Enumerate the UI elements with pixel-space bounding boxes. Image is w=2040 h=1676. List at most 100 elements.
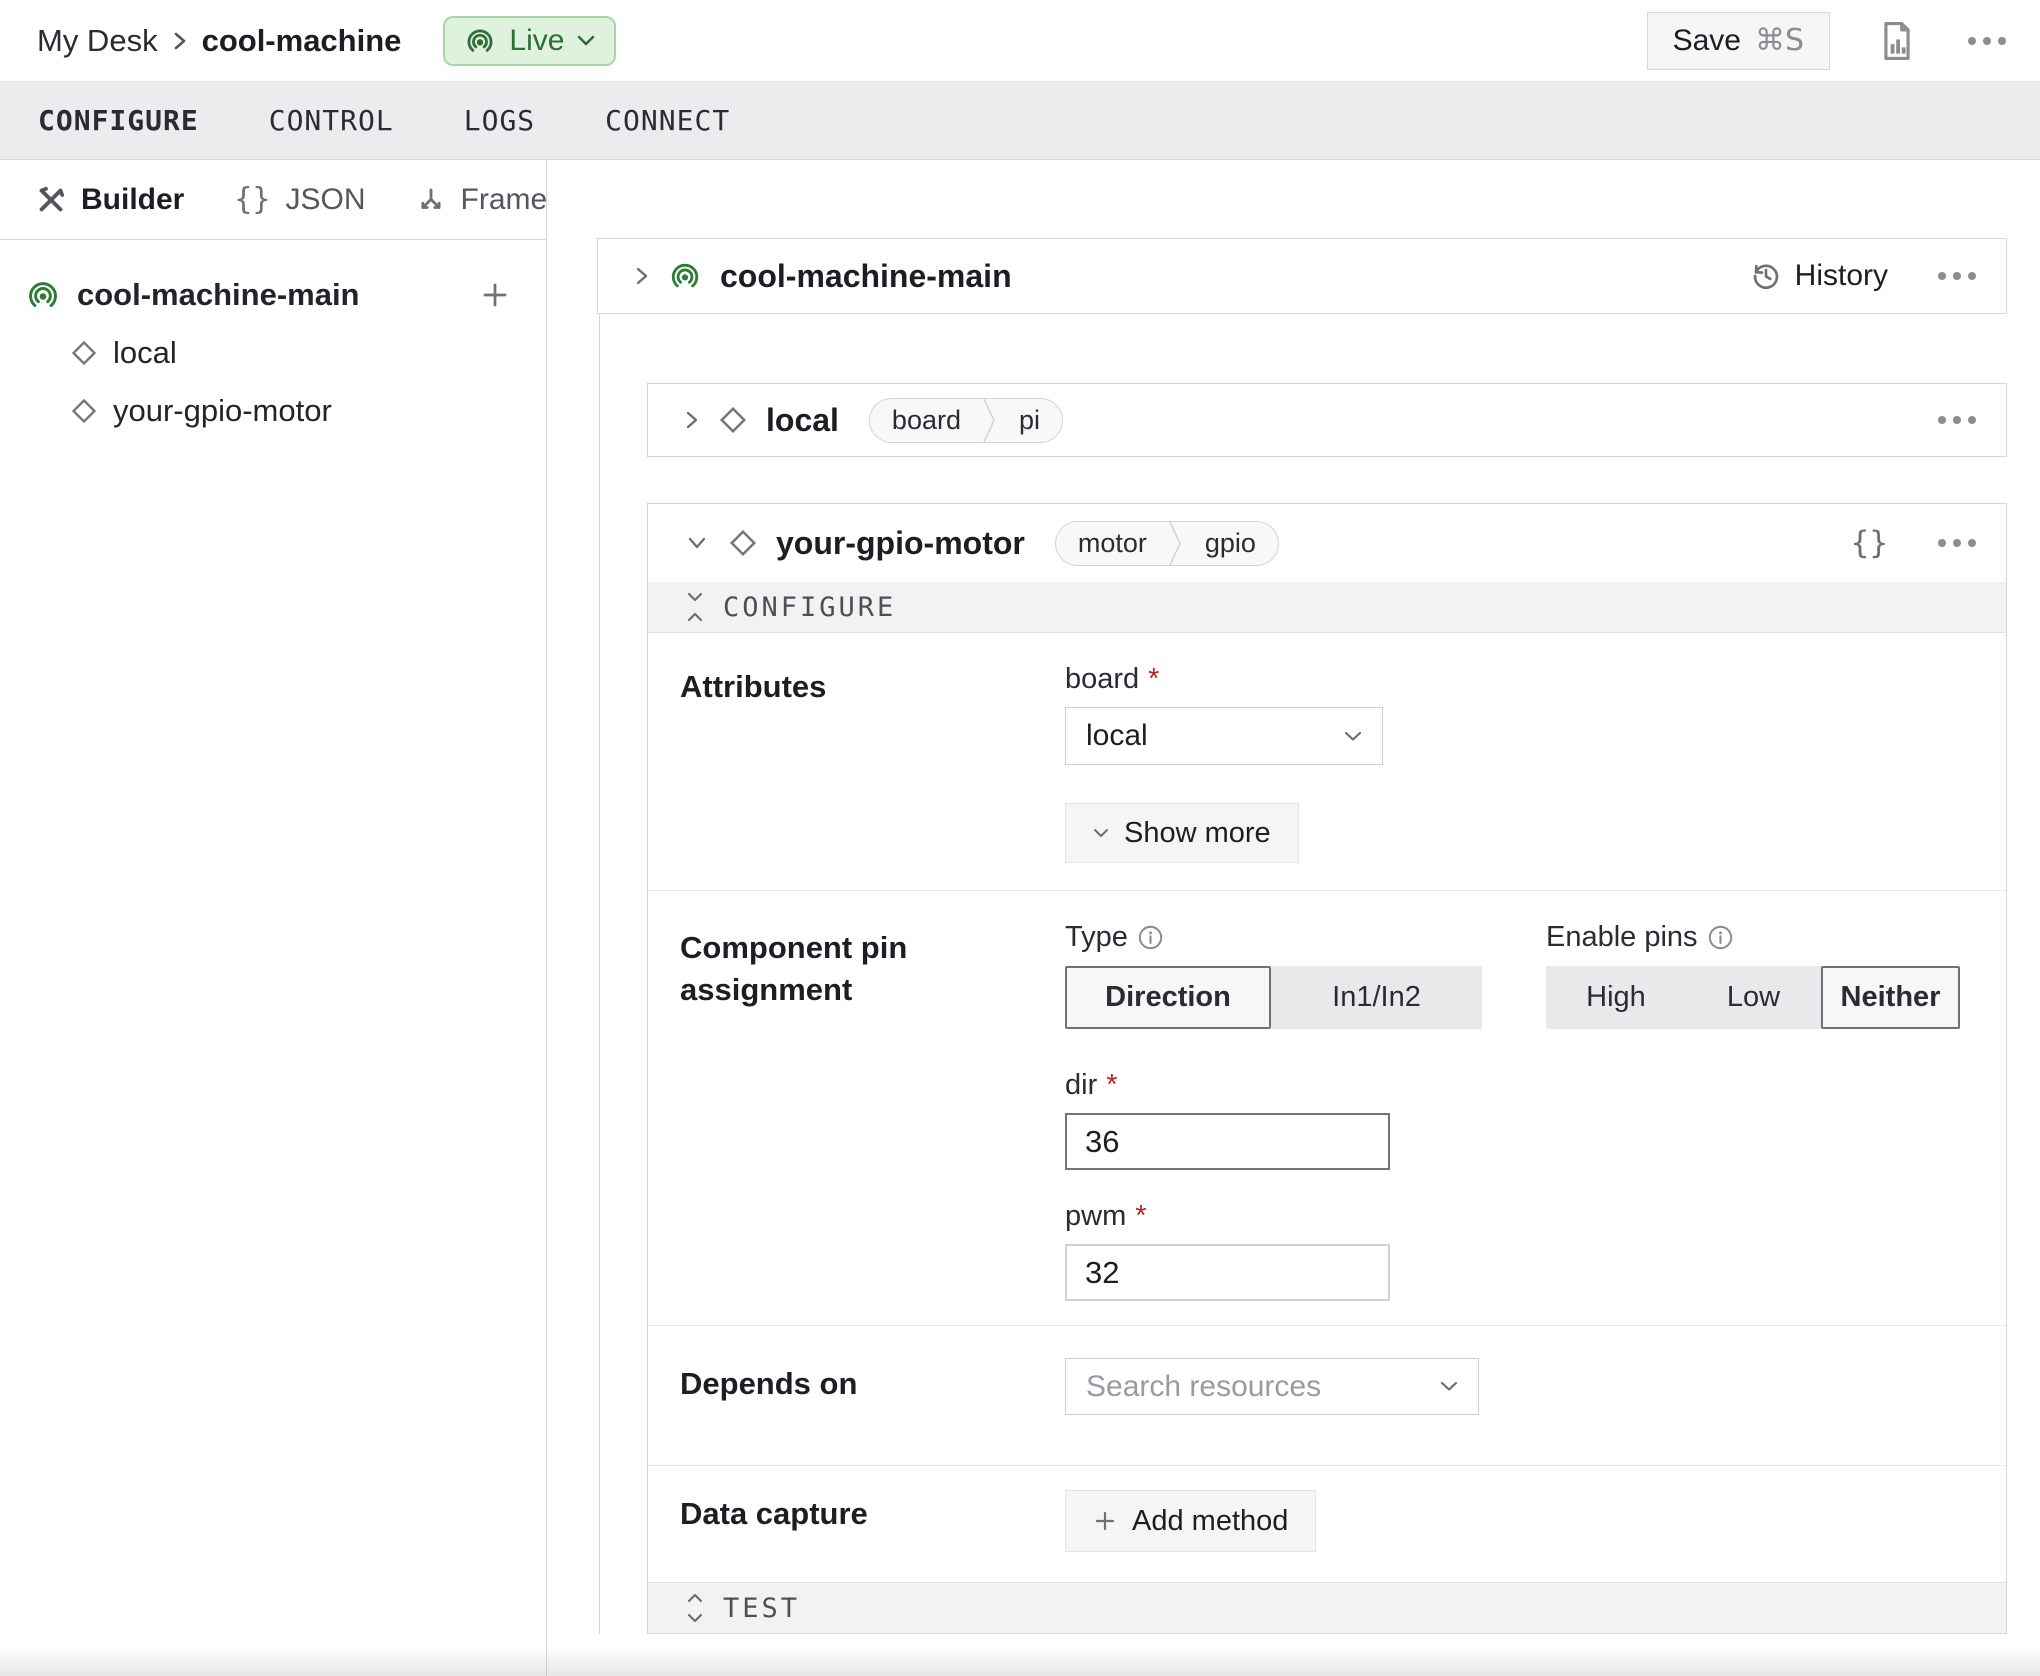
- tab-configure[interactable]: CONFIGURE: [38, 104, 199, 137]
- enable-option-high[interactable]: High: [1546, 966, 1686, 1029]
- machine-report-button[interactable]: [1878, 20, 1916, 62]
- badge-model-label: gpio: [1183, 522, 1278, 565]
- tree-motor-label: your-gpio-motor: [113, 393, 332, 429]
- badge-type-label: board: [870, 399, 983, 442]
- frame-axes-icon: [416, 185, 446, 215]
- breadcrumb-separator-icon: [172, 28, 188, 54]
- pin-assignment-section: Component pin assignment Type: [648, 890, 2006, 1325]
- info-icon[interactable]: [1137, 924, 1164, 951]
- required-marker: *: [1135, 1200, 1146, 1233]
- expand-chevron-right-icon[interactable]: [634, 263, 650, 289]
- badge-divider-icon: [1169, 522, 1183, 565]
- chevron-down-icon: [1440, 1381, 1458, 1392]
- board-field-label: board: [1065, 663, 1139, 696]
- file-chart-icon: [1878, 20, 1916, 62]
- view-json-button[interactable]: {}: [1851, 525, 1888, 561]
- machine-name: cool-machine: [202, 23, 402, 59]
- machine-part-menu-button[interactable]: [1934, 264, 1980, 288]
- enable-option-neither[interactable]: Neither: [1821, 966, 1960, 1029]
- save-button[interactable]: Save ⌘S: [1647, 12, 1830, 70]
- tree-item-machine-part[interactable]: cool-machine-main: [0, 266, 546, 324]
- history-button[interactable]: History: [1750, 259, 1888, 293]
- type-label: Type: [1065, 921, 1128, 954]
- tree-machine-label: cool-machine-main: [77, 277, 360, 313]
- pwm-input[interactable]: [1065, 1244, 1390, 1301]
- machine-part-icon: [25, 277, 61, 313]
- machine-part-title: cool-machine-main: [720, 258, 1012, 295]
- part-children-group: local board pi: [599, 314, 2007, 1634]
- breadcrumb: My Desk cool-machine: [37, 23, 401, 59]
- more-options-button[interactable]: [1964, 29, 2010, 53]
- enable-pins-label: Enable pins: [1546, 921, 1698, 954]
- mode-builder[interactable]: Builder: [36, 183, 184, 217]
- component-diamond-icon: [718, 405, 748, 435]
- pin-assignment-heading: Component pin assignment: [680, 927, 930, 1011]
- tree-item-your-gpio-motor[interactable]: your-gpio-motor: [0, 382, 546, 440]
- history-clock-icon: [1750, 260, 1782, 292]
- gpio-motor-card-header: your-gpio-motor motor gpio {}: [648, 504, 2006, 582]
- local-card-menu-button[interactable]: [1934, 408, 1980, 432]
- pwm-field-label: pwm: [1065, 1200, 1126, 1233]
- board-select[interactable]: local: [1065, 707, 1383, 765]
- mode-json[interactable]: {} JSON: [234, 182, 365, 217]
- local-card-title: local: [766, 402, 839, 439]
- depends-on-placeholder: Search resources: [1086, 1370, 1321, 1404]
- dir-input[interactable]: [1065, 1113, 1390, 1170]
- type-toggle-group: Direction In1/In2: [1065, 966, 1482, 1029]
- show-more-label: Show more: [1124, 817, 1271, 850]
- machine-part-card: cool-machine-main History: [597, 238, 2007, 314]
- tab-logs[interactable]: LOGS: [464, 104, 535, 137]
- collapse-chevron-down-icon[interactable]: [684, 535, 710, 551]
- tree-item-local[interactable]: local: [0, 324, 546, 382]
- add-method-button[interactable]: Add method: [1065, 1490, 1316, 1552]
- expand-chevron-right-icon[interactable]: [684, 407, 700, 433]
- data-capture-heading: Data capture: [680, 1466, 1065, 1582]
- motor-type-badge: motor gpio: [1055, 521, 1279, 566]
- test-section-label: TEST: [723, 1593, 800, 1624]
- mode-builder-label: Builder: [81, 183, 184, 217]
- type-option-direction[interactable]: Direction: [1065, 966, 1271, 1029]
- tab-connect[interactable]: CONNECT: [605, 104, 730, 137]
- badge-model-label: pi: [997, 399, 1062, 442]
- local-board-card: local board pi: [647, 383, 2007, 457]
- enable-pins-toggle-group: High Low Neither: [1546, 966, 1960, 1029]
- enable-option-low[interactable]: Low: [1686, 966, 1821, 1029]
- resource-tree: cool-machine-main local: [0, 240, 546, 440]
- dir-field: dir *: [1065, 1069, 1482, 1170]
- component-diamond-icon: [728, 528, 758, 558]
- board-select-value: local: [1086, 719, 1148, 753]
- data-capture-section: Data capture Add method: [648, 1465, 2006, 1582]
- machine-part-icon: [668, 259, 702, 293]
- builder-canvas: cool-machine-main History: [547, 160, 2040, 1676]
- json-braces-icon: {}: [234, 182, 270, 217]
- chevron-down-icon: [1093, 828, 1109, 838]
- local-type-badge: board pi: [869, 398, 1063, 443]
- test-section-toggle[interactable]: TEST: [648, 1582, 2006, 1633]
- plus-icon: [480, 280, 510, 310]
- type-option-in1in2[interactable]: In1/In2: [1271, 966, 1482, 1029]
- broadcast-icon: [464, 25, 496, 57]
- top-bar: My Desk cool-machine Live Save ⌘S: [0, 0, 2040, 81]
- show-more-button[interactable]: Show more: [1065, 803, 1299, 863]
- history-label: History: [1795, 259, 1888, 293]
- save-label: Save: [1673, 24, 1741, 58]
- required-marker: *: [1148, 663, 1159, 696]
- machine-tabs: CONFIGURE CONTROL LOGS CONNECT: [0, 81, 2040, 160]
- add-resource-button[interactable]: [480, 280, 510, 310]
- configure-section-label: CONFIGURE: [723, 592, 896, 623]
- expand-section-icon: [684, 1591, 706, 1625]
- tab-control[interactable]: CONTROL: [269, 104, 394, 137]
- motor-card-menu-button[interactable]: [1934, 531, 1980, 555]
- tree-local-label: local: [113, 335, 177, 371]
- info-icon[interactable]: [1707, 924, 1734, 951]
- depends-on-section: Depends on Search resources: [648, 1325, 2006, 1465]
- builder-tools-icon: [36, 185, 66, 215]
- mode-frame[interactable]: Frame: [416, 183, 548, 217]
- component-diamond-icon: [70, 397, 98, 425]
- dir-field-label: dir: [1065, 1069, 1097, 1102]
- machine-status-dropdown[interactable]: Live: [443, 16, 616, 66]
- viam-machine-page: My Desk cool-machine Live Save ⌘S: [0, 0, 2040, 1676]
- breadcrumb-parent-link[interactable]: My Desk: [37, 23, 158, 59]
- configure-section-toggle[interactable]: CONFIGURE: [648, 582, 2006, 633]
- depends-on-select[interactable]: Search resources: [1065, 1358, 1479, 1415]
